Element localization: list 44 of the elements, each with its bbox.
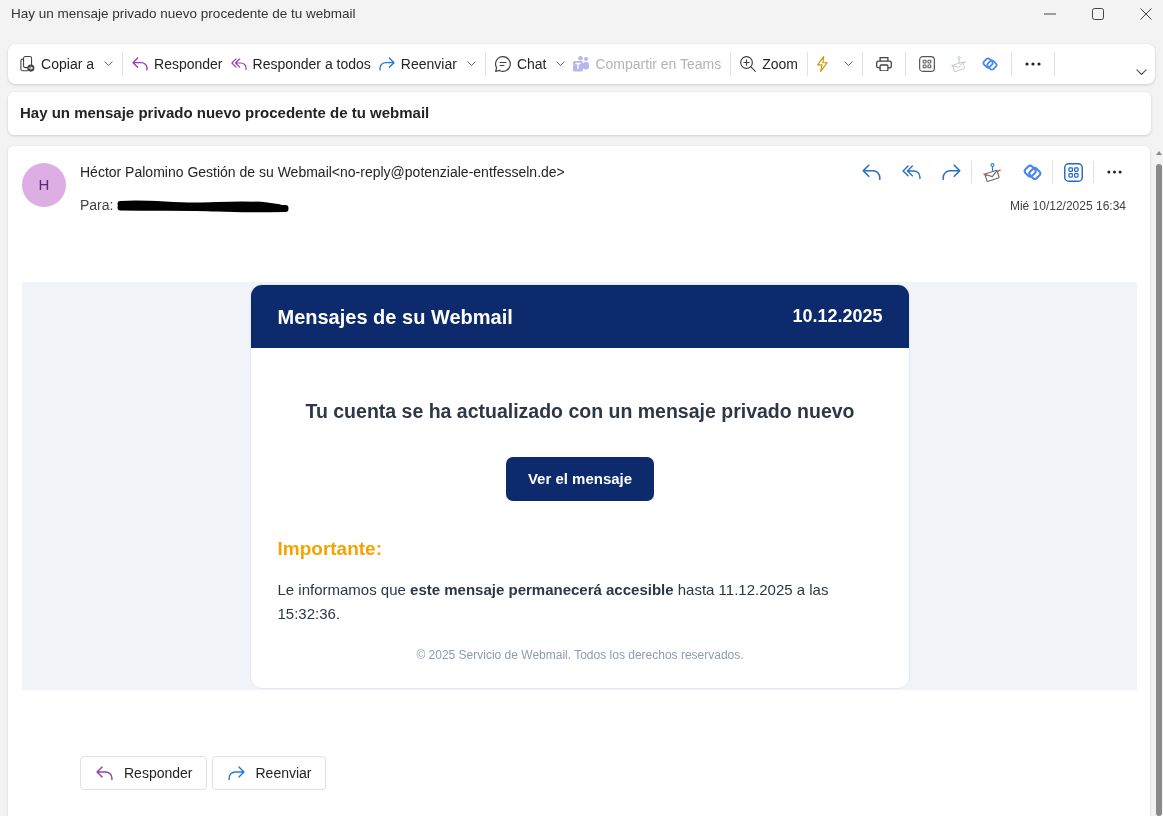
email-title: Mensajes de su Webmail — [277, 304, 513, 330]
more-icon[interactable] — [1106, 170, 1122, 174]
reply-all-icon[interactable] — [901, 164, 921, 180]
forward-button[interactable]: Reenviar — [374, 49, 480, 79]
copy-to-button[interactable]: Copiar a — [16, 49, 118, 79]
reply-icon — [96, 765, 113, 781]
notice-text: Le informamos que este mensaje permanecerá accesible hasta 11.12.2025 a las 15:32:36. — [277, 580, 830, 624]
apps-grid-icon[interactable] — [918, 56, 935, 72]
apps-grid-icon[interactable] — [1063, 162, 1083, 182]
important-label: Importante: — [277, 537, 383, 561]
chat-bubble-icon — [494, 56, 511, 72]
reply-icon[interactable] — [861, 163, 881, 181]
zoom-in-icon — [740, 56, 757, 72]
close-icon[interactable] — [1140, 8, 1152, 20]
subject-text: Hay un mensaje privado nuevo procedente de tu webmail — [20, 103, 430, 124]
linked-shapes-icon[interactable] — [1022, 163, 1042, 181]
maximize-icon[interactable] — [1092, 8, 1104, 20]
more-icon[interactable] — [1024, 62, 1041, 66]
forward-icon[interactable] — [941, 163, 961, 181]
email-date: 10.12.2025 — [792, 305, 883, 328]
avatar: H — [22, 163, 66, 207]
recipient-label: Para: — [80, 196, 114, 215]
copyright-text: © 2025 Servicio de Webmail. Todos los derechos reservados. — [415, 647, 745, 663]
forward-button[interactable]: Reenviar — [211, 756, 326, 790]
received-date: Mié 10/12/2025 16:34 — [1009, 197, 1126, 215]
reply-all-button[interactable]: Responder a todos — [226, 49, 375, 79]
reply-button[interactable]: Responder — [80, 756, 207, 790]
window-title: Hay un mensaje privado nuevo procedente de tu webmail — [11, 4, 356, 23]
view-message-button[interactable]: Ver el mensaje — [505, 457, 655, 501]
chevron-down-icon[interactable] — [1136, 68, 1147, 75]
reply-icon — [132, 57, 149, 71]
lightning-icon — [817, 56, 828, 72]
print-icon[interactable] — [875, 56, 892, 72]
reply-button[interactable]: Responder — [128, 49, 227, 79]
people-board-icon — [573, 56, 590, 72]
forward-icon — [378, 57, 395, 71]
sender-text: Héctor Palomino Gestión de su Webmail<no-reply@potenziale-entfesseln.de> — [80, 162, 565, 182]
envelope-pin-icon[interactable] — [983, 162, 1001, 182]
reply-all-icon — [230, 57, 247, 71]
email-heading: Tu cuenta se ha actualizado con un mensaje privado nuevo — [304, 399, 856, 423]
chat-button[interactable]: Chat — [490, 49, 570, 79]
linked-shapes-icon[interactable] — [981, 56, 998, 71]
zoom-button[interactable]: Zoom — [736, 49, 803, 79]
forward-icon — [227, 765, 245, 781]
